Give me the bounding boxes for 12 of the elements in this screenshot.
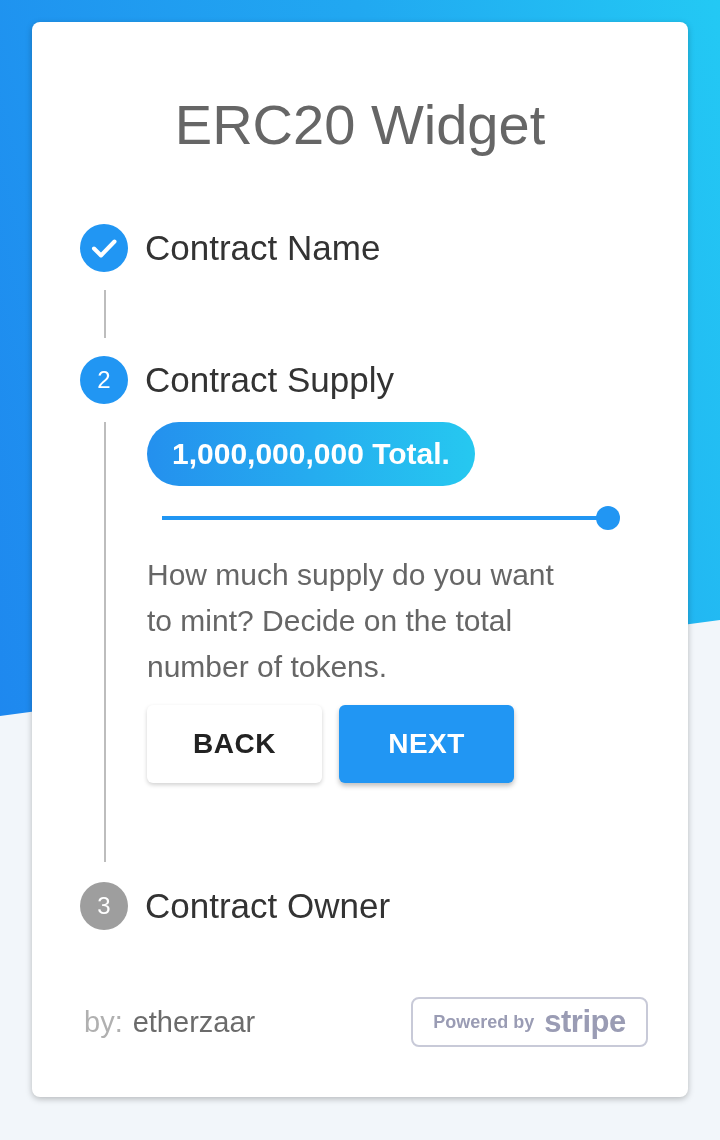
slider-thumb[interactable] — [596, 506, 620, 530]
step-number: 2 — [80, 356, 128, 404]
step-label[interactable]: Contract Name — [145, 224, 381, 272]
supply-total-chip: 1,000,000,000 Total. — [147, 422, 475, 486]
widget-title: ERC20 Widget — [173, 95, 547, 155]
back-button[interactable]: BACK — [147, 705, 322, 783]
step-label[interactable]: Contract Supply — [145, 356, 395, 404]
author-name: etherzaar — [132, 1005, 256, 1039]
step-description: How much supply do you want to mint? Decide on the total number of tokens. — [147, 557, 555, 685]
step-number: 3 — [80, 882, 128, 930]
author-label: by: — [84, 1005, 123, 1039]
step-label[interactable]: Contract Owner — [145, 882, 391, 930]
